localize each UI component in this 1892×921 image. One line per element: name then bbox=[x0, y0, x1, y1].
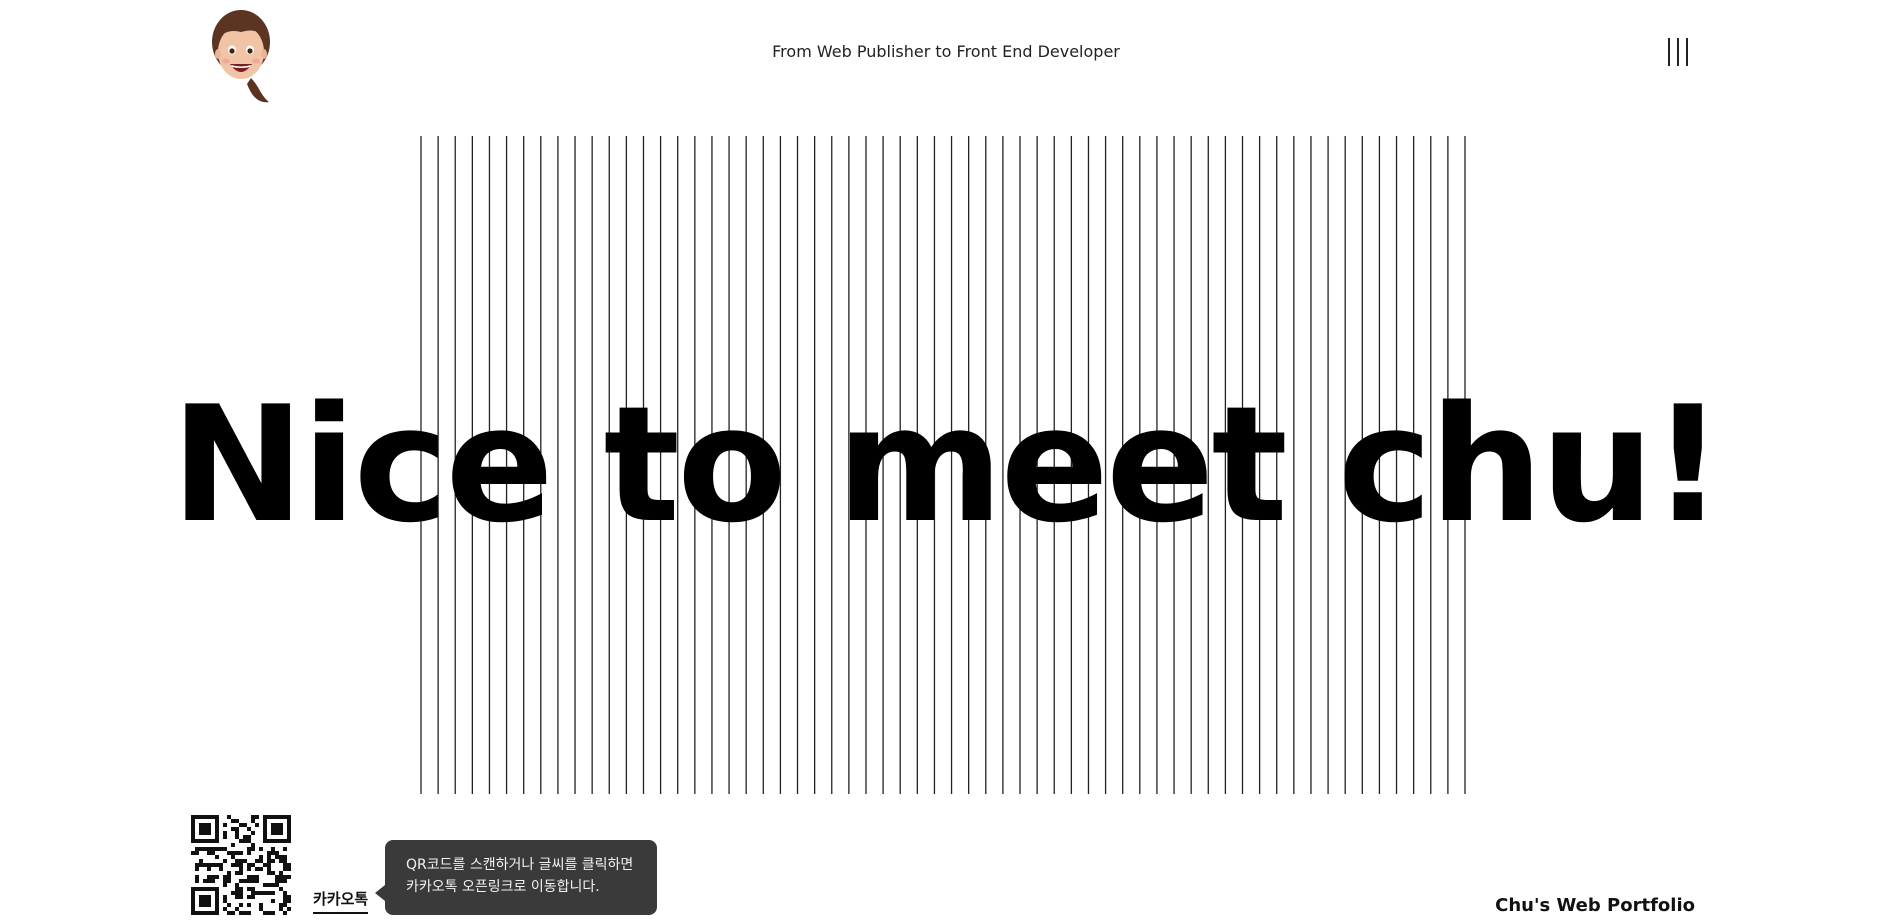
menu-line bbox=[1677, 38, 1679, 66]
kakao-tooltip: QR코드를 스캔하거나 글씨를 클릭하면 카카오톡 오픈링크로 이동합니다. bbox=[375, 840, 657, 915]
menu-line bbox=[1668, 38, 1670, 66]
tooltip-arrow bbox=[375, 885, 385, 901]
tooltip-text-line: QR코드를 스캔하거나 글씨를 클릭하면 bbox=[406, 857, 634, 873]
menu-lines-icon[interactable] bbox=[1665, 36, 1693, 70]
kakaotalk-link[interactable]: 카카오톡 bbox=[313, 888, 369, 914]
hero-title: Nice to meet chu! bbox=[170, 371, 1724, 558]
menu-line bbox=[1686, 38, 1688, 66]
header-tagline: From Web Publisher to Front End Develope… bbox=[772, 42, 1120, 61]
portfolio-page: From Web Publisher to Front End Develope… bbox=[0, 0, 1892, 921]
tooltip-text-line: 카카오톡 오픈링크로 이동합니다. bbox=[406, 879, 600, 895]
qr-code-icon[interactable] bbox=[191, 815, 291, 915]
brand-name: Chu's Web Portfolio bbox=[1495, 895, 1695, 916]
